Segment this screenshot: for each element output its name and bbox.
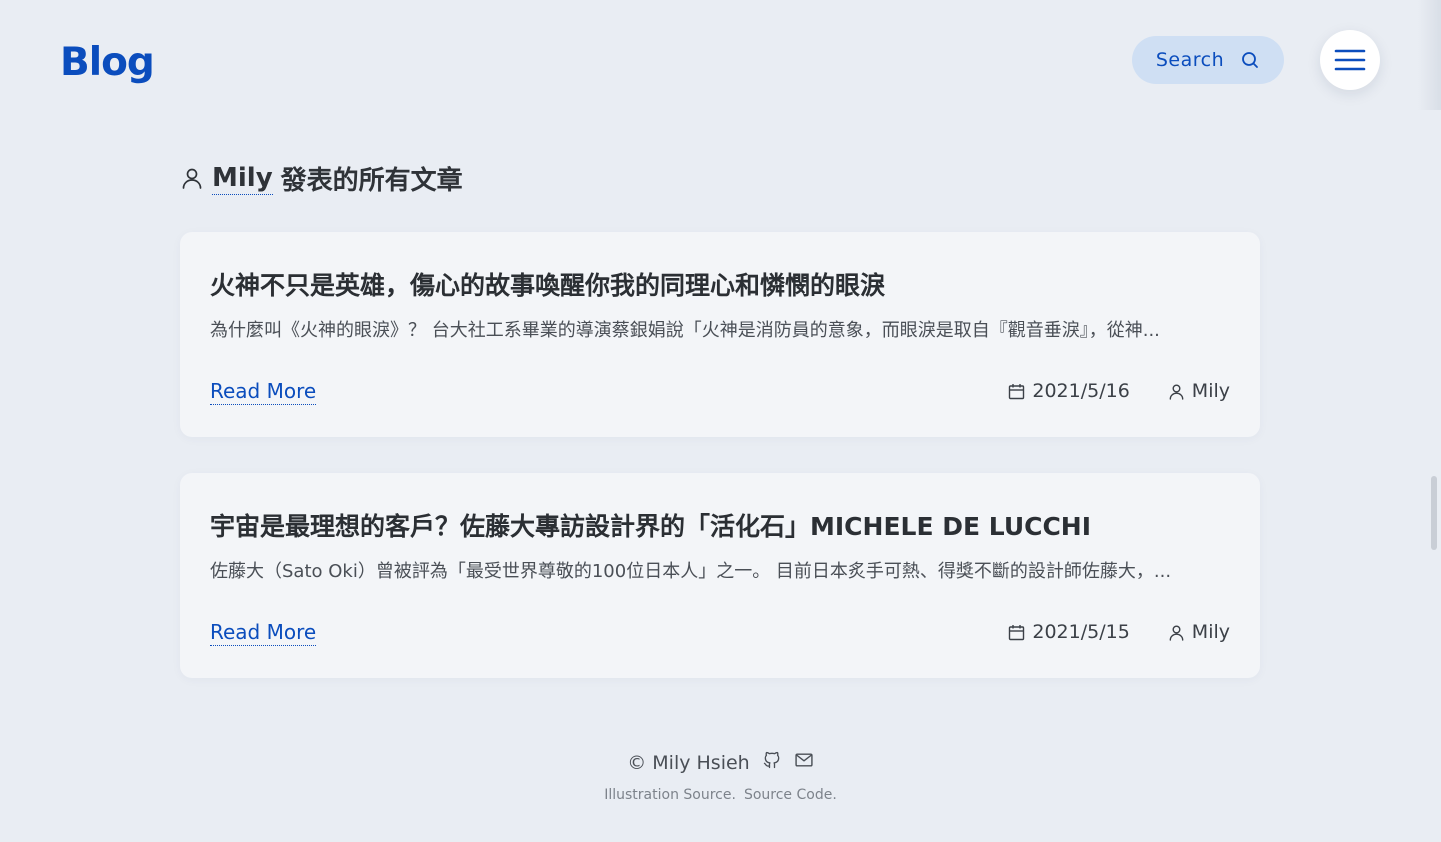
post-card: 火神不只是英雄，傷心的故事喚醒你我的同理心和憐憫的眼淚 為什麼叫《火神的眼淚》？…	[180, 232, 1260, 437]
heading-suffix: 發表的所有文章	[280, 165, 463, 196]
post-date: 2021/5/15	[1008, 621, 1130, 643]
menu-button[interactable]	[1320, 30, 1380, 90]
hamburger-menu-icon	[1334, 49, 1366, 71]
author-link[interactable]: Mily	[212, 162, 273, 195]
post-meta: 2021/5/15 Mily	[1008, 621, 1230, 643]
post-author[interactable]: Mily	[1168, 380, 1230, 402]
calendar-icon	[1009, 624, 1025, 640]
github-icon	[763, 751, 780, 769]
post-meta: 2021/5/16 Mily	[1008, 380, 1230, 402]
source-code-link[interactable]: Source Code.	[744, 787, 837, 803]
scroll-edge-shade	[1418, 0, 1441, 110]
post-excerpt: 為什麼叫《火神的眼淚》？ 台大社工系畢業的導演蔡銀娟說「火神是消防員的意象，而眼…	[210, 320, 1160, 341]
illustration-source-link[interactable]: Illustration Source.	[604, 787, 736, 803]
page-title: Mily 發表的所有文章	[180, 158, 463, 198]
user-icon	[182, 168, 202, 189]
scrollbar-thumb[interactable]	[1431, 476, 1437, 550]
search-button[interactable]: Search	[1132, 36, 1284, 84]
search-label: Search	[1155, 49, 1225, 71]
post-title[interactable]: 宇宙是最理想的客戶？佐藤大專訪設計界的「活化石」MICHELE DE LUCCH…	[210, 507, 1230, 543]
post-date-text: 2021/5/15	[1032, 621, 1130, 643]
user-icon	[1169, 384, 1184, 400]
user-icon	[1169, 625, 1184, 641]
page: Blog Search Mily 發表的所有文章 火神不只是英雄，傷心的故事喚醒…	[0, 0, 1441, 842]
mail-icon	[795, 753, 813, 767]
post-author-name: Mily	[1191, 380, 1230, 402]
mail-link[interactable]	[794, 750, 814, 775]
search-icon	[1242, 52, 1259, 68]
post-date: 2021/5/16	[1008, 380, 1130, 402]
post-author-name: Mily	[1191, 621, 1230, 643]
post-card: 宇宙是最理想的客戶？佐藤大專訪設計界的「活化石」MICHELE DE LUCCH…	[180, 473, 1260, 678]
read-more-link[interactable]: Read More	[210, 619, 317, 646]
read-more-link[interactable]: Read More	[210, 378, 317, 405]
github-link[interactable]	[762, 750, 782, 775]
footer-links: Illustration Source. Source Code.	[0, 787, 1441, 803]
post-excerpt: 佐藤大（Sato Oki）曾被評為「最受世界尊敬的100位日本人」之一。 目前日…	[210, 561, 1172, 582]
calendar-icon	[1009, 383, 1025, 399]
post-date-text: 2021/5/16	[1032, 380, 1130, 402]
post-author[interactable]: Mily	[1168, 621, 1230, 643]
copyright-text: © Mily Hsieh	[627, 751, 750, 774]
blog-logo[interactable]: Blog	[60, 38, 155, 88]
footer-main: © Mily Hsieh	[0, 750, 1441, 775]
post-title[interactable]: 火神不只是英雄，傷心的故事喚醒你我的同理心和憐憫的眼淚	[210, 266, 1230, 302]
